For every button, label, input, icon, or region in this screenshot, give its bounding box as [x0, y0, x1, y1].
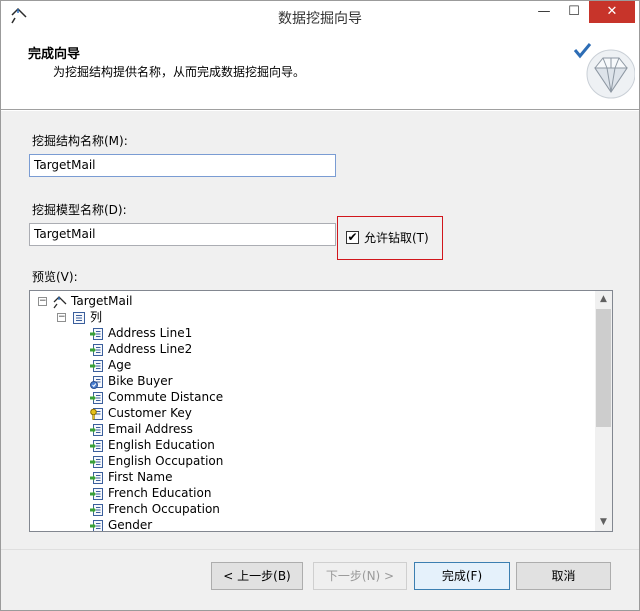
tree-column-label: Customer Key	[108, 406, 192, 420]
input-column-icon	[90, 519, 103, 531]
preview-label: 预览(V):	[32, 270, 78, 284]
tree-column-item[interactable]: English Education	[90, 437, 215, 453]
scrollbar-thumb[interactable]	[596, 309, 611, 427]
scroll-down-icon[interactable]: ▼	[595, 514, 612, 531]
diamond-icon	[573, 43, 635, 99]
tree-column-item[interactable]: Address Line2	[90, 341, 192, 357]
input-column-icon	[90, 423, 103, 436]
wizard-footer: < 上一步(B) 下一步(N) > 完成(F) 取消	[1, 549, 639, 610]
tree-column-item[interactable]: French Occupation	[90, 501, 220, 517]
input-column-icon	[90, 359, 103, 372]
cancel-button[interactable]: 取消	[516, 562, 611, 590]
tree-column-label: First Name	[108, 470, 173, 484]
input-column-icon	[90, 471, 103, 484]
next-button[interactable]: 下一步(N) >	[313, 562, 407, 590]
tree-column-label: English Education	[108, 438, 215, 452]
back-button[interactable]: < 上一步(B)	[211, 562, 303, 590]
tree-column-label: Age	[108, 358, 132, 372]
page-description: 为挖掘结构提供名称，从而完成数据挖掘向导。	[53, 65, 306, 79]
structure-name-label: 挖掘结构名称(M):	[32, 134, 128, 148]
title-bar: 数据挖掘向导 — ☐ ✕	[1, 1, 639, 31]
allow-drillthrough-checkbox[interactable]: ✔	[346, 231, 359, 244]
tree-column-label: French Occupation	[108, 502, 220, 516]
collapse-icon[interactable]: −	[57, 313, 66, 322]
tree-column-item[interactable]: Commute Distance	[90, 389, 223, 405]
input-column-icon	[90, 455, 103, 468]
tree-column-label: English Occupation	[108, 454, 224, 468]
collapse-icon[interactable]: −	[38, 297, 47, 306]
tree-columns-label: 列	[90, 310, 103, 324]
model-name-label: 挖掘模型名称(D):	[32, 203, 127, 217]
input-column-icon	[90, 391, 103, 404]
preview-tree[interactable]: − TargetMail − 列 Address Line1 Address Line…	[29, 290, 613, 532]
wizard-content: 挖掘结构名称(M): TargetMail 挖掘模型名称(D): TargetM…	[1, 111, 639, 549]
tree-column-item[interactable]: Customer Key	[90, 405, 192, 421]
close-button[interactable]: ✕	[589, 1, 635, 23]
input-column-icon	[90, 343, 103, 356]
predict-column-icon	[90, 375, 103, 389]
page-title: 完成向导	[28, 47, 81, 62]
tree-columns-folder[interactable]: − 列	[57, 309, 102, 325]
tree-column-item[interactable]: Bike Buyer	[90, 373, 173, 389]
minimize-button[interactable]: —	[531, 1, 557, 23]
tree-column-item[interactable]: French Education	[90, 485, 211, 501]
tree-column-label: French Education	[108, 486, 212, 500]
input-column-icon	[90, 503, 103, 516]
tree-column-item[interactable]: First Name	[90, 469, 172, 485]
allow-drillthrough-label[interactable]: 允许钻取(T)	[364, 229, 429, 246]
tree-column-item[interactable]: Gender	[90, 517, 153, 532]
tree-column-item[interactable]: Age	[90, 357, 131, 373]
tree-root-label: TargetMail	[71, 294, 133, 308]
columns-folder-icon	[73, 311, 85, 324]
finish-button[interactable]: 完成(F)	[414, 562, 510, 590]
tree-column-item[interactable]: English Occupation	[90, 453, 223, 469]
tree-column-item[interactable]: Email Address	[90, 421, 193, 437]
maximize-button[interactable]: ☐	[561, 1, 587, 23]
tree-column-label: Commute Distance	[108, 390, 224, 404]
wizard-header: 完成向导 为挖掘结构提供名称，从而完成数据挖掘向导。	[1, 32, 639, 110]
mining-structure-icon	[53, 295, 67, 308]
scroll-up-icon[interactable]: ▲	[595, 291, 612, 308]
tree-column-label: Address Line1	[108, 326, 193, 340]
wizard-window: 数据挖掘向导 — ☐ ✕ 完成向导 为挖掘结构提供名称，从而完成数据挖掘向导。 …	[0, 0, 640, 611]
allow-drillthrough-highlight: ✔ 允许钻取(T)	[337, 216, 443, 260]
input-column-icon	[90, 487, 103, 500]
key-column-icon	[90, 407, 103, 420]
input-column-icon	[90, 327, 103, 340]
tree-column-label: Gender	[108, 518, 153, 532]
tree-root[interactable]: − TargetMail	[38, 293, 133, 309]
input-column-icon	[90, 439, 103, 452]
model-name-input[interactable]: TargetMail	[29, 223, 336, 246]
tree-column-label: Bike Buyer	[108, 374, 173, 388]
tree-column-item[interactable]: Address Line1	[90, 325, 192, 341]
structure-name-input[interactable]: TargetMail	[29, 154, 336, 177]
tree-column-label: Address Line2	[108, 342, 193, 356]
tree-column-label: Email Address	[108, 422, 193, 436]
vertical-scrollbar[interactable]: ▲ ▼	[595, 291, 612, 531]
